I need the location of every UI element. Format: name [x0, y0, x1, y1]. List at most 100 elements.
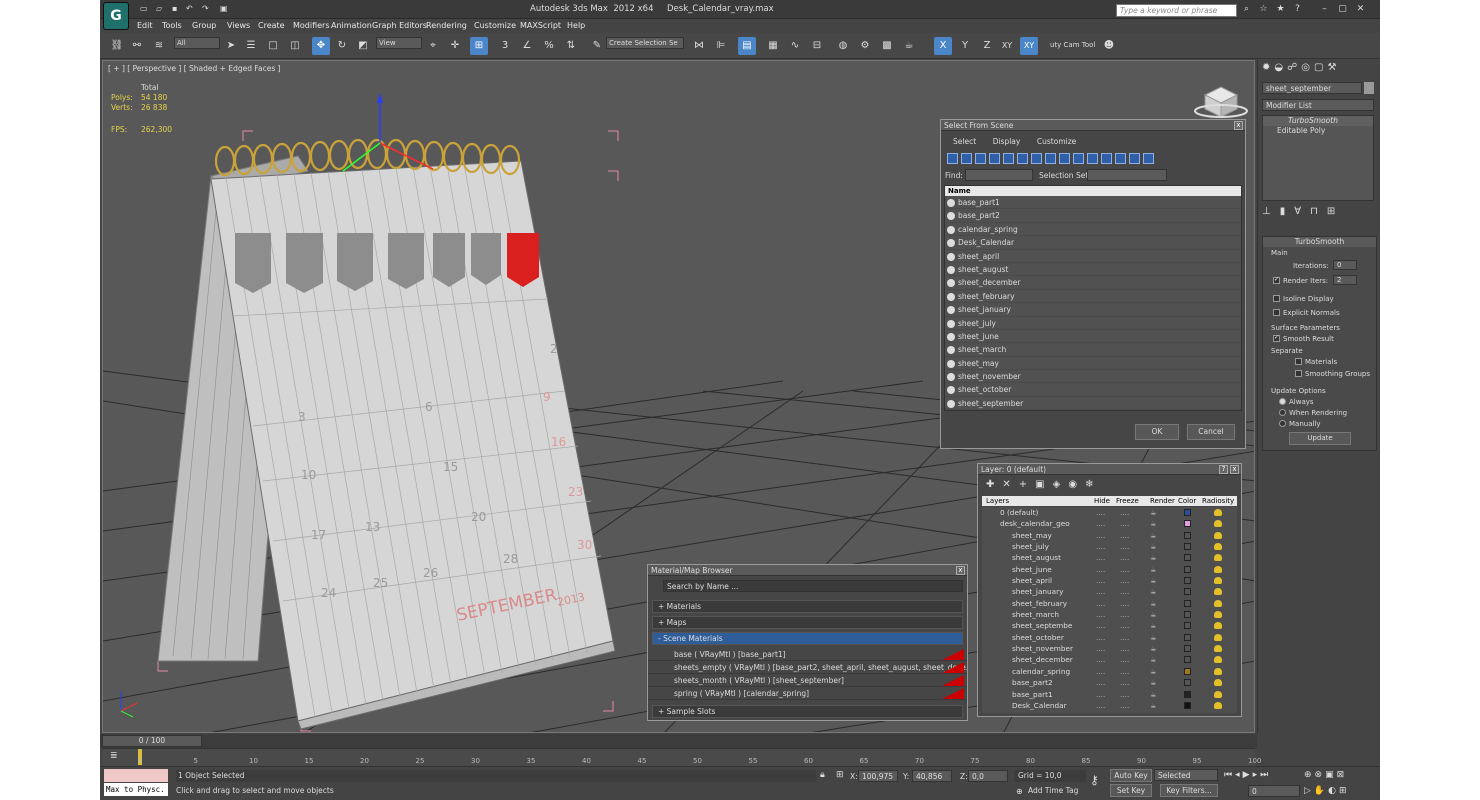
- add-time-tag[interactable]: Add Time Tag: [1018, 786, 1078, 795]
- materials-section[interactable]: + Materials: [652, 600, 963, 613]
- render-toggle-icon[interactable]: ☕: [1150, 677, 1157, 688]
- material-item[interactable]: base ( VRayMtl ) [base_part1]: [648, 648, 967, 661]
- modify-tab-icon[interactable]: ◒: [1274, 62, 1287, 73]
- cam-tool-label[interactable]: uty Cam Tool: [1050, 41, 1095, 49]
- radiosity-icon[interactable]: [1214, 543, 1222, 551]
- lights-filter-icon[interactable]: [975, 153, 986, 164]
- select-in-layer-icon[interactable]: ▣: [1035, 479, 1052, 490]
- undo-icon[interactable]: ↶: [186, 4, 193, 13]
- mmb-search-input[interactable]: Search by Name ...: [663, 580, 963, 592]
- configure-sets-icon[interactable]: ⊞: [1327, 206, 1344, 217]
- radiosity-icon[interactable]: [1214, 645, 1222, 653]
- list-item[interactable]: sheet_november: [945, 370, 1241, 384]
- render-iters-spinner[interactable]: 2: [1333, 275, 1357, 285]
- sfs-cancel-button[interactable]: Cancel: [1187, 424, 1235, 440]
- scale-icon[interactable]: ◩: [354, 37, 372, 55]
- render-toggle-icon[interactable]: ☕: [1150, 620, 1157, 631]
- modifier-list-dropdown[interactable]: Modifier List: [1262, 99, 1374, 111]
- layer-color-swatch[interactable]: [1184, 679, 1191, 687]
- edit-named-sel-icon[interactable]: ✎: [588, 37, 606, 55]
- select-by-name-icon[interactable]: ☰: [242, 37, 260, 55]
- subscription-icon[interactable]: ☆: [1257, 3, 1270, 16]
- radiosity-icon[interactable]: [1214, 679, 1222, 687]
- table-row[interactable]: Desk_Calendar........ ☕: [982, 700, 1237, 711]
- smooth-result-checkbox[interactable]: [1273, 334, 1280, 342]
- axis-y-button[interactable]: Y: [956, 37, 974, 55]
- mirror-icon[interactable]: ⋈: [690, 37, 708, 55]
- list-item[interactable]: sheet_december: [945, 276, 1241, 290]
- radiosity-icon[interactable]: [1214, 531, 1222, 539]
- menu-help[interactable]: Help: [567, 21, 585, 30]
- freeze-toggle[interactable]: ....: [1120, 677, 1129, 688]
- table-row[interactable]: base_part2........ ☕: [982, 677, 1237, 688]
- track-bar[interactable]: ≣ 0 5 10 15 20 25 30 35 40 45 50 55 60 65 70 75 80 85 90 95…: [102, 748, 1261, 766]
- next-frame-icon[interactable]: ▸: [1253, 770, 1261, 780]
- hide-toggle[interactable]: ....: [1096, 552, 1105, 563]
- hide-toggle[interactable]: ....: [1096, 518, 1105, 529]
- freeze-toggle[interactable]: ....: [1120, 620, 1129, 631]
- radiosity-icon[interactable]: [1214, 611, 1222, 619]
- material-map-browser[interactable]: Material/Map Browser x Search by Name ..…: [647, 564, 968, 721]
- menu-edit[interactable]: Edit: [137, 21, 153, 30]
- freeze-toggle[interactable]: ....: [1120, 643, 1129, 654]
- go-to-end-icon[interactable]: ⏭: [1260, 770, 1271, 780]
- render-toggle-icon[interactable]: ☕: [1150, 632, 1157, 643]
- y-coord-field[interactable]: 40,856: [912, 770, 952, 782]
- list-item[interactable]: sheet_july: [945, 317, 1241, 330]
- select-from-scene-dialog[interactable]: Select From Scene x Select Display Custo…: [940, 119, 1246, 449]
- radiosity-icon[interactable]: [1214, 565, 1222, 573]
- layer-color-swatch[interactable]: [1184, 633, 1191, 641]
- list-item[interactable]: sheet_march: [945, 343, 1241, 357]
- sfs-menu-display[interactable]: Display: [993, 137, 1021, 146]
- hide-toggle[interactable]: ....: [1096, 654, 1105, 665]
- transform-gizmo-icon[interactable]: ✛: [446, 37, 464, 55]
- table-row[interactable]: sheet_august........ ☕: [982, 552, 1237, 563]
- freeze-toggle[interactable]: ....: [1120, 609, 1129, 620]
- menu-tools[interactable]: Tools: [162, 21, 182, 30]
- layer-color-swatch[interactable]: [1184, 622, 1191, 630]
- selection-filter-dropdown[interactable]: All: [174, 37, 220, 49]
- material-item[interactable]: sheets_empty ( VRayMtl ) [base_part2, sh…: [648, 661, 967, 674]
- menu-graph-editors[interactable]: Graph Editors: [372, 21, 427, 30]
- pin-stack-icon[interactable]: ⊥: [1262, 206, 1280, 217]
- radiosity-icon[interactable]: [1214, 622, 1222, 630]
- list-item[interactable]: calendar_spring: [945, 223, 1241, 237]
- go-to-start-icon[interactable]: ⏮: [1224, 770, 1235, 780]
- mmb-title[interactable]: Material/Map Browser: [648, 565, 967, 576]
- new-file-icon[interactable]: ▭: [140, 4, 148, 13]
- table-row[interactable]: sheet_septembe........ ☕: [982, 620, 1237, 631]
- menu-animation[interactable]: Animation: [331, 21, 372, 30]
- freeze-toggle[interactable]: ....: [1120, 689, 1129, 700]
- render-toggle-icon[interactable]: ☕: [1150, 689, 1157, 700]
- make-unique-icon[interactable]: ∀: [1294, 206, 1310, 217]
- zoom-all-icon[interactable]: ⊗: [1315, 770, 1326, 780]
- maxscript-input[interactable]: Max to Physc.: [104, 783, 168, 796]
- radiosity-icon[interactable]: [1214, 554, 1222, 562]
- render-iters-checkbox[interactable]: [1273, 276, 1280, 284]
- sample-slots-section[interactable]: + Sample Slots: [652, 705, 963, 718]
- render-toggle-icon[interactable]: ☕: [1150, 666, 1157, 677]
- display-invert-icon[interactable]: [1143, 153, 1154, 164]
- list-item[interactable]: base_part1: [945, 196, 1241, 210]
- render-toggle-icon[interactable]: ☕: [1150, 530, 1157, 541]
- z-coord-field[interactable]: 0,0: [968, 770, 1008, 782]
- auto-key-button[interactable]: Auto Key: [1110, 769, 1152, 782]
- layers-column[interactable]: Layers: [986, 496, 1009, 506]
- freeze-toggle[interactable]: ....: [1120, 586, 1129, 597]
- layer-color-swatch[interactable]: [1184, 543, 1191, 551]
- layer-title[interactable]: Layer: 0 (default): [978, 464, 1241, 475]
- axis-xy-button[interactable]: XY: [998, 37, 1016, 55]
- list-item[interactable]: sheet_september: [945, 397, 1241, 411]
- open-file-icon[interactable]: ▱: [156, 4, 162, 13]
- smoothing-groups-checkbox[interactable]: [1295, 370, 1302, 377]
- render-toggle-icon[interactable]: ☕: [1150, 552, 1157, 563]
- cam-tool-icon[interactable]: ☻: [1100, 37, 1118, 55]
- radiosity-icon[interactable]: [1214, 588, 1222, 596]
- object-name-field[interactable]: sheet_september: [1262, 82, 1362, 94]
- delete-layer-icon[interactable]: ✕: [1002, 479, 1018, 490]
- align-icon[interactable]: ⊫: [712, 37, 730, 55]
- layer-color-swatch[interactable]: [1184, 577, 1191, 585]
- rect-selection-icon[interactable]: □: [264, 37, 282, 55]
- hide-toggle[interactable]: ....: [1096, 609, 1105, 620]
- show-end-result-icon[interactable]: ▮: [1280, 206, 1295, 217]
